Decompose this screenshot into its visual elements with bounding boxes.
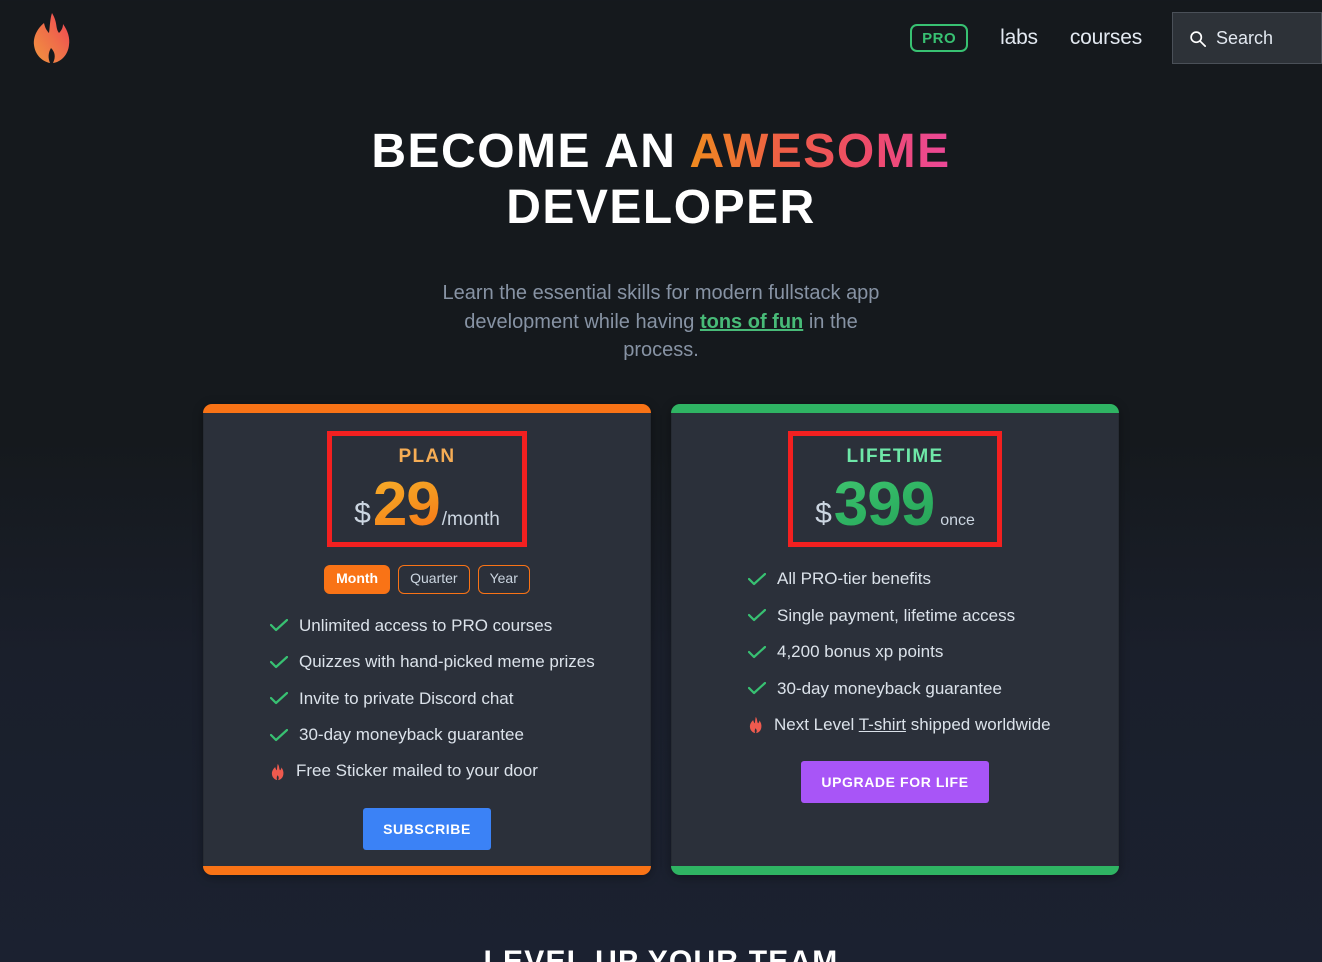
check-icon xyxy=(270,692,288,705)
feature-list-lifetime: All PRO-tier benefits Single payment, li… xyxy=(748,569,1051,735)
check-icon xyxy=(748,573,766,586)
list-item: Next Level T-shirt shipped worldwide xyxy=(748,715,1051,735)
page-title: BECOME AN AWESOME DEVELOPER xyxy=(0,124,1322,235)
list-item: Free Sticker mailed to your door xyxy=(270,761,595,781)
feature-text: 30-day moneyback guarantee xyxy=(299,724,524,744)
pricing-card-plan: PLAN $ 29 /month Month Quarter Year Unli… xyxy=(203,403,651,875)
feature-text-after: shipped worldwide xyxy=(905,714,1051,734)
check-icon xyxy=(748,645,766,658)
pricing-card-lifetime: LIFETIME $ 399 once All PRO-tier benefit… xyxy=(671,403,1119,875)
check-icon xyxy=(270,619,288,632)
list-item: Quizzes with hand-picked meme prizes xyxy=(270,652,595,672)
billing-period-toggle: Month Quarter Year xyxy=(324,565,530,594)
price-period-plan: /month xyxy=(441,508,500,530)
price-period-lifetime: once xyxy=(940,511,975,529)
flame-icon xyxy=(271,763,284,780)
feature-text: Invite to private Discord chat xyxy=(299,688,514,708)
feature-text: Single payment, lifetime access xyxy=(777,605,1016,625)
hero-title-part1: BECOME AN xyxy=(371,125,690,178)
currency-symbol-lifetime: $ xyxy=(815,496,832,530)
price-highlight-box-plan: PLAN $ 29 /month xyxy=(327,430,527,548)
nav-link-labs[interactable]: labs xyxy=(1000,26,1038,50)
pro-badge-button[interactable]: PRO xyxy=(910,24,969,52)
list-item: All PRO-tier benefits xyxy=(748,569,1051,589)
billing-option-year[interactable]: Year xyxy=(477,565,530,594)
main-navigation: PRO labs courses Search xyxy=(910,0,1322,76)
upgrade-for-life-button[interactable]: UPGRADE FOR LIFE xyxy=(801,761,989,804)
flame-logo-icon[interactable] xyxy=(28,12,74,64)
list-item: 30-day moneyback guarantee xyxy=(270,725,595,745)
list-item: 4,200 bonus xp points xyxy=(748,642,1051,662)
list-item: Single payment, lifetime access xyxy=(748,606,1051,626)
hero-title-line2: DEVELOPER xyxy=(506,180,816,234)
price-amount-lifetime: 399 xyxy=(833,469,935,539)
currency-symbol-plan: $ xyxy=(354,496,371,530)
feature-text: 4,200 bonus xp points xyxy=(777,642,944,662)
feature-list-plan: Unlimited access to PRO courses Quizzes … xyxy=(270,616,595,782)
price-amount-plan: 29 xyxy=(372,469,441,539)
list-item: Unlimited access to PRO courses xyxy=(270,616,595,636)
list-item: Invite to private Discord chat xyxy=(270,689,595,709)
feature-text: 30-day moneyback guarantee xyxy=(777,678,1002,698)
search-label: Search xyxy=(1216,27,1274,48)
feature-text-before: Next Level xyxy=(774,714,859,734)
hero-title-accent: AWESOME xyxy=(689,125,951,178)
tons-of-fun-link[interactable]: tons of fun xyxy=(700,311,803,333)
plan-label-plan: PLAN xyxy=(398,445,456,467)
search-input[interactable]: Search xyxy=(1172,12,1322,64)
billing-option-quarter[interactable]: Quarter xyxy=(398,565,470,594)
check-icon xyxy=(748,609,766,622)
billing-option-month[interactable]: Month xyxy=(324,565,391,594)
feature-text-tshirt: Next Level T-shirt shipped worldwide xyxy=(774,715,1051,735)
subscribe-button[interactable]: SUBSCRIBE xyxy=(363,807,491,850)
flame-icon xyxy=(749,717,762,734)
team-title: LEVEL UP YOUR TEAM xyxy=(483,944,839,962)
search-icon xyxy=(1190,30,1206,47)
price-line-lifetime: $ 399 once xyxy=(815,469,975,539)
feature-text: Quizzes with hand-picked meme prizes xyxy=(299,652,595,672)
team-section: LEVEL UP YOUR TEAM Looking to signup of … xyxy=(0,945,1322,962)
tshirt-link[interactable]: T-shirt xyxy=(859,715,906,734)
list-item: 30-day moneyback guarantee xyxy=(748,679,1051,699)
nav-link-courses[interactable]: courses xyxy=(1070,26,1142,50)
plan-label-lifetime: LIFETIME xyxy=(846,445,944,467)
hero-section: BECOME AN AWESOME DEVELOPER Learn the es… xyxy=(0,76,1322,365)
feature-text: Unlimited access to PRO courses xyxy=(299,615,553,635)
feature-text: All PRO-tier benefits xyxy=(777,569,931,589)
feature-text: Free Sticker mailed to your door xyxy=(296,761,538,781)
check-icon xyxy=(270,655,288,668)
hero-subtitle: Learn the essential skills for modern fu… xyxy=(426,279,896,364)
price-line-plan: $ 29 /month xyxy=(354,469,500,539)
pricing-section: PLAN $ 29 /month Month Quarter Year Unli… xyxy=(0,403,1322,875)
site-header: PRO labs courses Search xyxy=(0,0,1322,76)
check-icon xyxy=(748,682,766,695)
price-highlight-box-lifetime: LIFETIME $ 399 once xyxy=(788,430,1002,548)
check-icon xyxy=(270,728,288,741)
